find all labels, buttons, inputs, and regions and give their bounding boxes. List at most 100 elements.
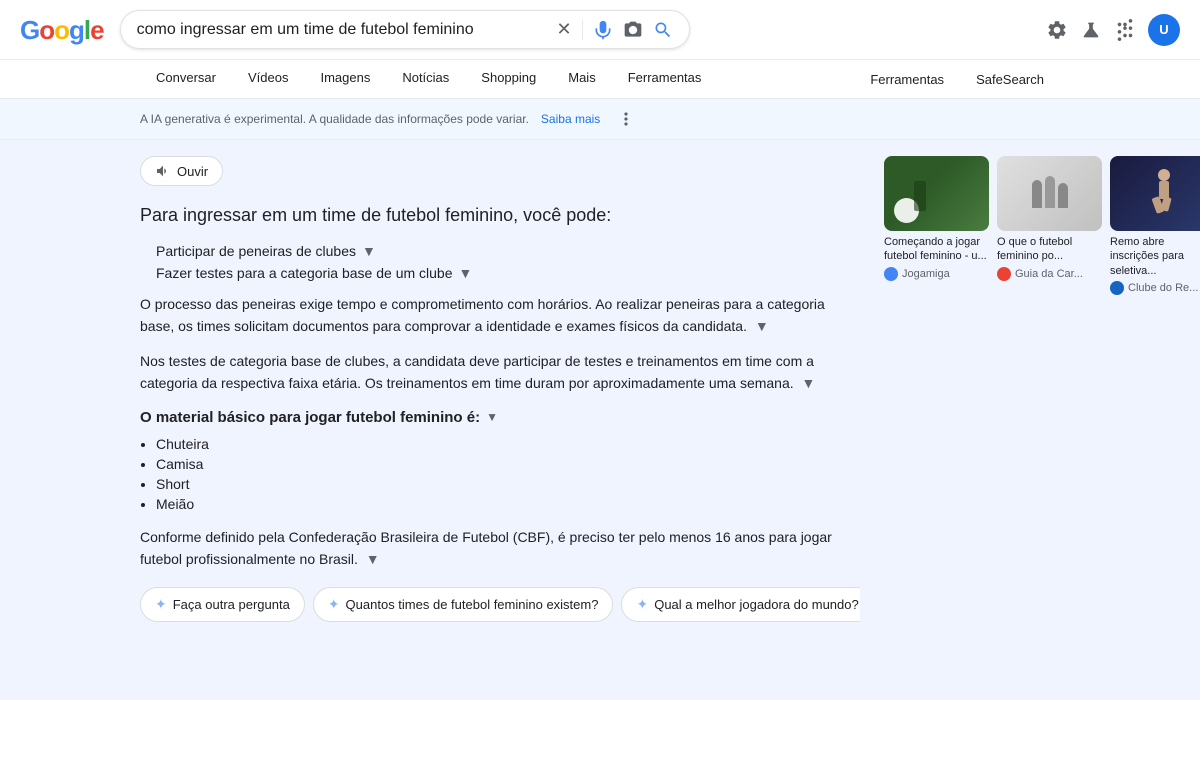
tab-shopping-label: Shopping — [481, 70, 536, 85]
main-content: Ouvir Para ingressar em um time de futeb… — [0, 140, 1200, 700]
source-2-icon — [997, 267, 1011, 281]
ai-banner-link[interactable]: Saiba mais — [541, 112, 600, 126]
tab-videos-label: Vídeos — [248, 70, 288, 85]
tab-videos[interactable]: Vídeos — [232, 60, 304, 98]
expand-para-1[interactable]: ▼ — [755, 318, 769, 334]
tab-shopping[interactable]: Shopping — [465, 60, 552, 98]
para-1-text: O processo das peneiras exige tempo e co… — [140, 296, 825, 334]
header: Google ✕ U — [0, 0, 1200, 60]
expand-para-2[interactable]: ▼ — [802, 375, 816, 391]
image-card-3-img — [1110, 156, 1200, 231]
chip-icon-0: ✦ — [155, 596, 167, 613]
tab-noticias-label: Notícias — [402, 70, 449, 85]
header-actions: U — [1046, 14, 1180, 46]
source-3-name: Clube do Re... — [1128, 282, 1198, 294]
ai-main-title: Para ingressar em um time de futebol fem… — [140, 202, 860, 229]
section-title-text: O material básico para jogar futebol fem… — [140, 409, 480, 426]
para-3-text: Conforme definido pela Confederação Bras… — [140, 529, 832, 567]
chip-faca-outra-pergunta[interactable]: ✦ Faça outra pergunta — [140, 587, 305, 622]
search-button[interactable] — [653, 20, 673, 40]
ai-banner: A IA generativa é experimental. A qualid… — [0, 99, 1200, 140]
image-card-2-title: O que o futebol feminino po... — [997, 235, 1102, 264]
tab-conversar-label: Conversar — [156, 70, 216, 85]
camera-icon — [623, 20, 643, 40]
image-search-button[interactable] — [623, 20, 643, 40]
paragraph-1: O processo das peneiras exige tempo e co… — [140, 293, 860, 338]
chip-melhor-jogadora[interactable]: ✦ Qual a melhor jogadora do mundo? — [621, 587, 860, 622]
search-icon — [653, 20, 673, 40]
chip-label-1: Quantos times de futebol feminino existe… — [346, 597, 599, 612]
image-card-1-img — [884, 156, 989, 231]
google-logo: Google — [20, 17, 104, 43]
safesearch-button[interactable]: SafeSearch — [960, 64, 1060, 95]
source-1-icon — [884, 267, 898, 281]
list-item-meiao: Meião — [156, 496, 860, 512]
ouvir-button[interactable]: Ouvir — [140, 156, 223, 186]
image-card-1-source: Jogamiga — [884, 267, 989, 281]
chip-label-2: Qual a melhor jogadora do mundo? — [654, 597, 859, 612]
chip-icon-1: ✦ — [328, 596, 340, 613]
ai-content: Ouvir Para ingressar em um time de futeb… — [140, 156, 860, 684]
image-card-3-title: Remo abre inscrições para seletiva... — [1110, 235, 1200, 278]
source-3-icon — [1110, 281, 1124, 295]
expand-para-3[interactable]: ▼ — [366, 551, 380, 567]
image-card-2-img — [997, 156, 1102, 231]
ai-banner-more-button[interactable] — [616, 109, 636, 129]
grid-icon — [1114, 19, 1136, 41]
image-card-2[interactable]: O que o futebol feminino po... Guia da C… — [997, 156, 1102, 281]
voice-search-button[interactable] — [593, 20, 613, 40]
search-input[interactable] — [137, 21, 547, 39]
lab-icon — [1080, 19, 1102, 41]
search-bar: ✕ — [120, 10, 690, 49]
bottom-bar: ✦ Faça outra pergunta ✦ Quantos times de… — [140, 586, 860, 622]
bullet-item-2: Fazer testes para a categoria base de um… — [156, 265, 860, 281]
bullet-list: Participar de peneiras de clubes ▼ Fazer… — [156, 243, 860, 281]
paragraph-2: Nos testes de categoria base de clubes, … — [140, 350, 860, 395]
section-title: O material básico para jogar futebol fem… — [140, 409, 860, 426]
tab-conversar[interactable]: Conversar — [140, 60, 232, 98]
speaker-icon — [155, 163, 171, 179]
tab-noticias[interactable]: Notícias — [386, 60, 465, 98]
apps-button[interactable] — [1114, 19, 1136, 41]
expand-section[interactable]: ▼ — [486, 410, 498, 424]
more-icon — [616, 109, 636, 129]
tab-imagens-label: Imagens — [320, 70, 370, 85]
items-list: Chuteira Camisa Short Meião — [156, 436, 860, 512]
image-card-2-source: Guia da Car... — [997, 267, 1102, 281]
expand-bullet-2[interactable]: ▼ — [459, 265, 473, 281]
list-item-short: Short — [156, 476, 860, 492]
bullet-item-1: Participar de peneiras de clubes ▼ — [156, 243, 860, 259]
paragraph-3: Conforme definido pela Confederação Bras… — [140, 526, 860, 571]
ouvir-label: Ouvir — [177, 164, 208, 179]
image-card-3[interactable]: Remo abre inscrições para seletiva... Cl… — [1110, 156, 1200, 295]
expand-bullet-1[interactable]: ▼ — [362, 243, 376, 259]
chip-label-0: Faça outra pergunta — [173, 597, 290, 612]
mic-icon — [593, 20, 613, 40]
para-2-text: Nos testes de categoria base de clubes, … — [140, 353, 814, 391]
image-card-1-title: Começando a jogar futebol feminino - u..… — [884, 235, 989, 264]
source-2-name: Guia da Car... — [1015, 268, 1083, 280]
labs-button[interactable] — [1080, 19, 1102, 41]
image-cards-row: Começando a jogar futebol feminino - u..… — [884, 156, 1200, 295]
tab-ferramentas[interactable]: Ferramentas — [612, 60, 718, 98]
chip-quantos-times[interactable]: ✦ Quantos times de futebol feminino exis… — [313, 587, 614, 622]
title-text: Para ingressar em um time de futebol fem… — [140, 205, 611, 225]
image-cards-panel: Começando a jogar futebol feminino - u..… — [884, 156, 1200, 684]
bullet-1-text: Participar de peneiras de clubes — [156, 243, 356, 259]
tab-mais-label: Mais — [568, 70, 595, 85]
image-card-1[interactable]: Começando a jogar futebol feminino - u..… — [884, 156, 989, 281]
tab-ferramentas-label: Ferramentas — [628, 70, 702, 85]
ferramentas-button[interactable]: Ferramentas — [854, 64, 960, 95]
tab-imagens[interactable]: Imagens — [304, 60, 386, 98]
divider — [582, 20, 583, 40]
clear-button[interactable]: ✕ — [557, 19, 572, 40]
settings-button[interactable] — [1046, 19, 1068, 41]
chip-icon-2: ✦ — [636, 596, 648, 613]
list-item-chuteira: Chuteira — [156, 436, 860, 452]
source-1-name: Jogamiga — [902, 268, 950, 280]
image-card-3-source: Clube do Re... — [1110, 281, 1200, 295]
gear-icon — [1046, 19, 1068, 41]
tab-mais[interactable]: Mais — [552, 60, 611, 98]
nav-tabs: Conversar Vídeos Imagens Notícias Shoppi… — [0, 60, 1200, 99]
avatar[interactable]: U — [1148, 14, 1180, 46]
